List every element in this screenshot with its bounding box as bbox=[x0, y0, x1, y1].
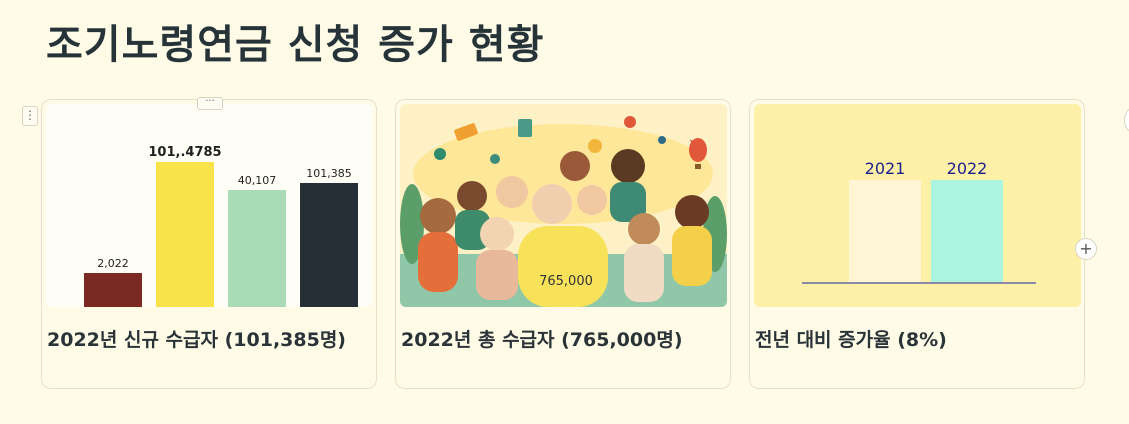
bar-label-0: 2,022 bbox=[97, 257, 129, 270]
card-caption: 2022년 신규 수급자 (101,385명) bbox=[47, 329, 346, 351]
card-caption: 전년 대비 증가율 (8%) bbox=[755, 329, 947, 351]
card-menu-button[interactable]: ··· bbox=[197, 97, 223, 110]
bar-2021 bbox=[849, 180, 921, 282]
card-new-recipients[interactable]: 2,022 101,.4785 40,107 101,385 2022년 신규 수급자… bbox=[41, 99, 377, 389]
card-image: 2,022 101,.4785 40,107 101,385 bbox=[46, 104, 373, 307]
bar-3 bbox=[300, 183, 358, 307]
new-recipients-bar-chart: 2,022 101,.4785 40,107 101,385 bbox=[84, 145, 358, 307]
card-growth-rate[interactable]: 2021 2022 전년 대비 증가율 (8%) bbox=[749, 99, 1085, 389]
bar-2 bbox=[228, 190, 286, 307]
card-total-recipients[interactable]: 765,000 2022년 총 수급자 (765,000명) bbox=[395, 99, 731, 389]
bar-label-3: 101,385 bbox=[306, 167, 352, 180]
scroll-next-button[interactable] bbox=[1124, 106, 1129, 134]
add-card-button[interactable]: + bbox=[1075, 238, 1097, 260]
block-drag-handle[interactable]: ⋮ bbox=[22, 106, 38, 126]
card-image: 2021 2022 bbox=[754, 104, 1081, 307]
bar-1 bbox=[156, 162, 214, 307]
card-caption: 2022년 총 수급자 (765,000명) bbox=[401, 329, 683, 351]
card-image: 765,000 bbox=[400, 104, 727, 307]
bar-label-1: 101,.4785 bbox=[148, 145, 221, 160]
category-label-2021: 2021 bbox=[865, 159, 906, 178]
bar-2022 bbox=[931, 180, 1003, 282]
bar-0 bbox=[84, 273, 142, 307]
elderly-group-illustration: 765,000 bbox=[400, 104, 727, 307]
page-title: 조기노령연금 신청 증가 현황 bbox=[46, 22, 545, 68]
illustration-label: 765,000 bbox=[539, 274, 593, 289]
growth-rate-chart: 2021 2022 bbox=[802, 159, 1036, 284]
bar-label-2: 40,107 bbox=[238, 174, 277, 187]
category-label-2022: 2022 bbox=[947, 159, 988, 178]
